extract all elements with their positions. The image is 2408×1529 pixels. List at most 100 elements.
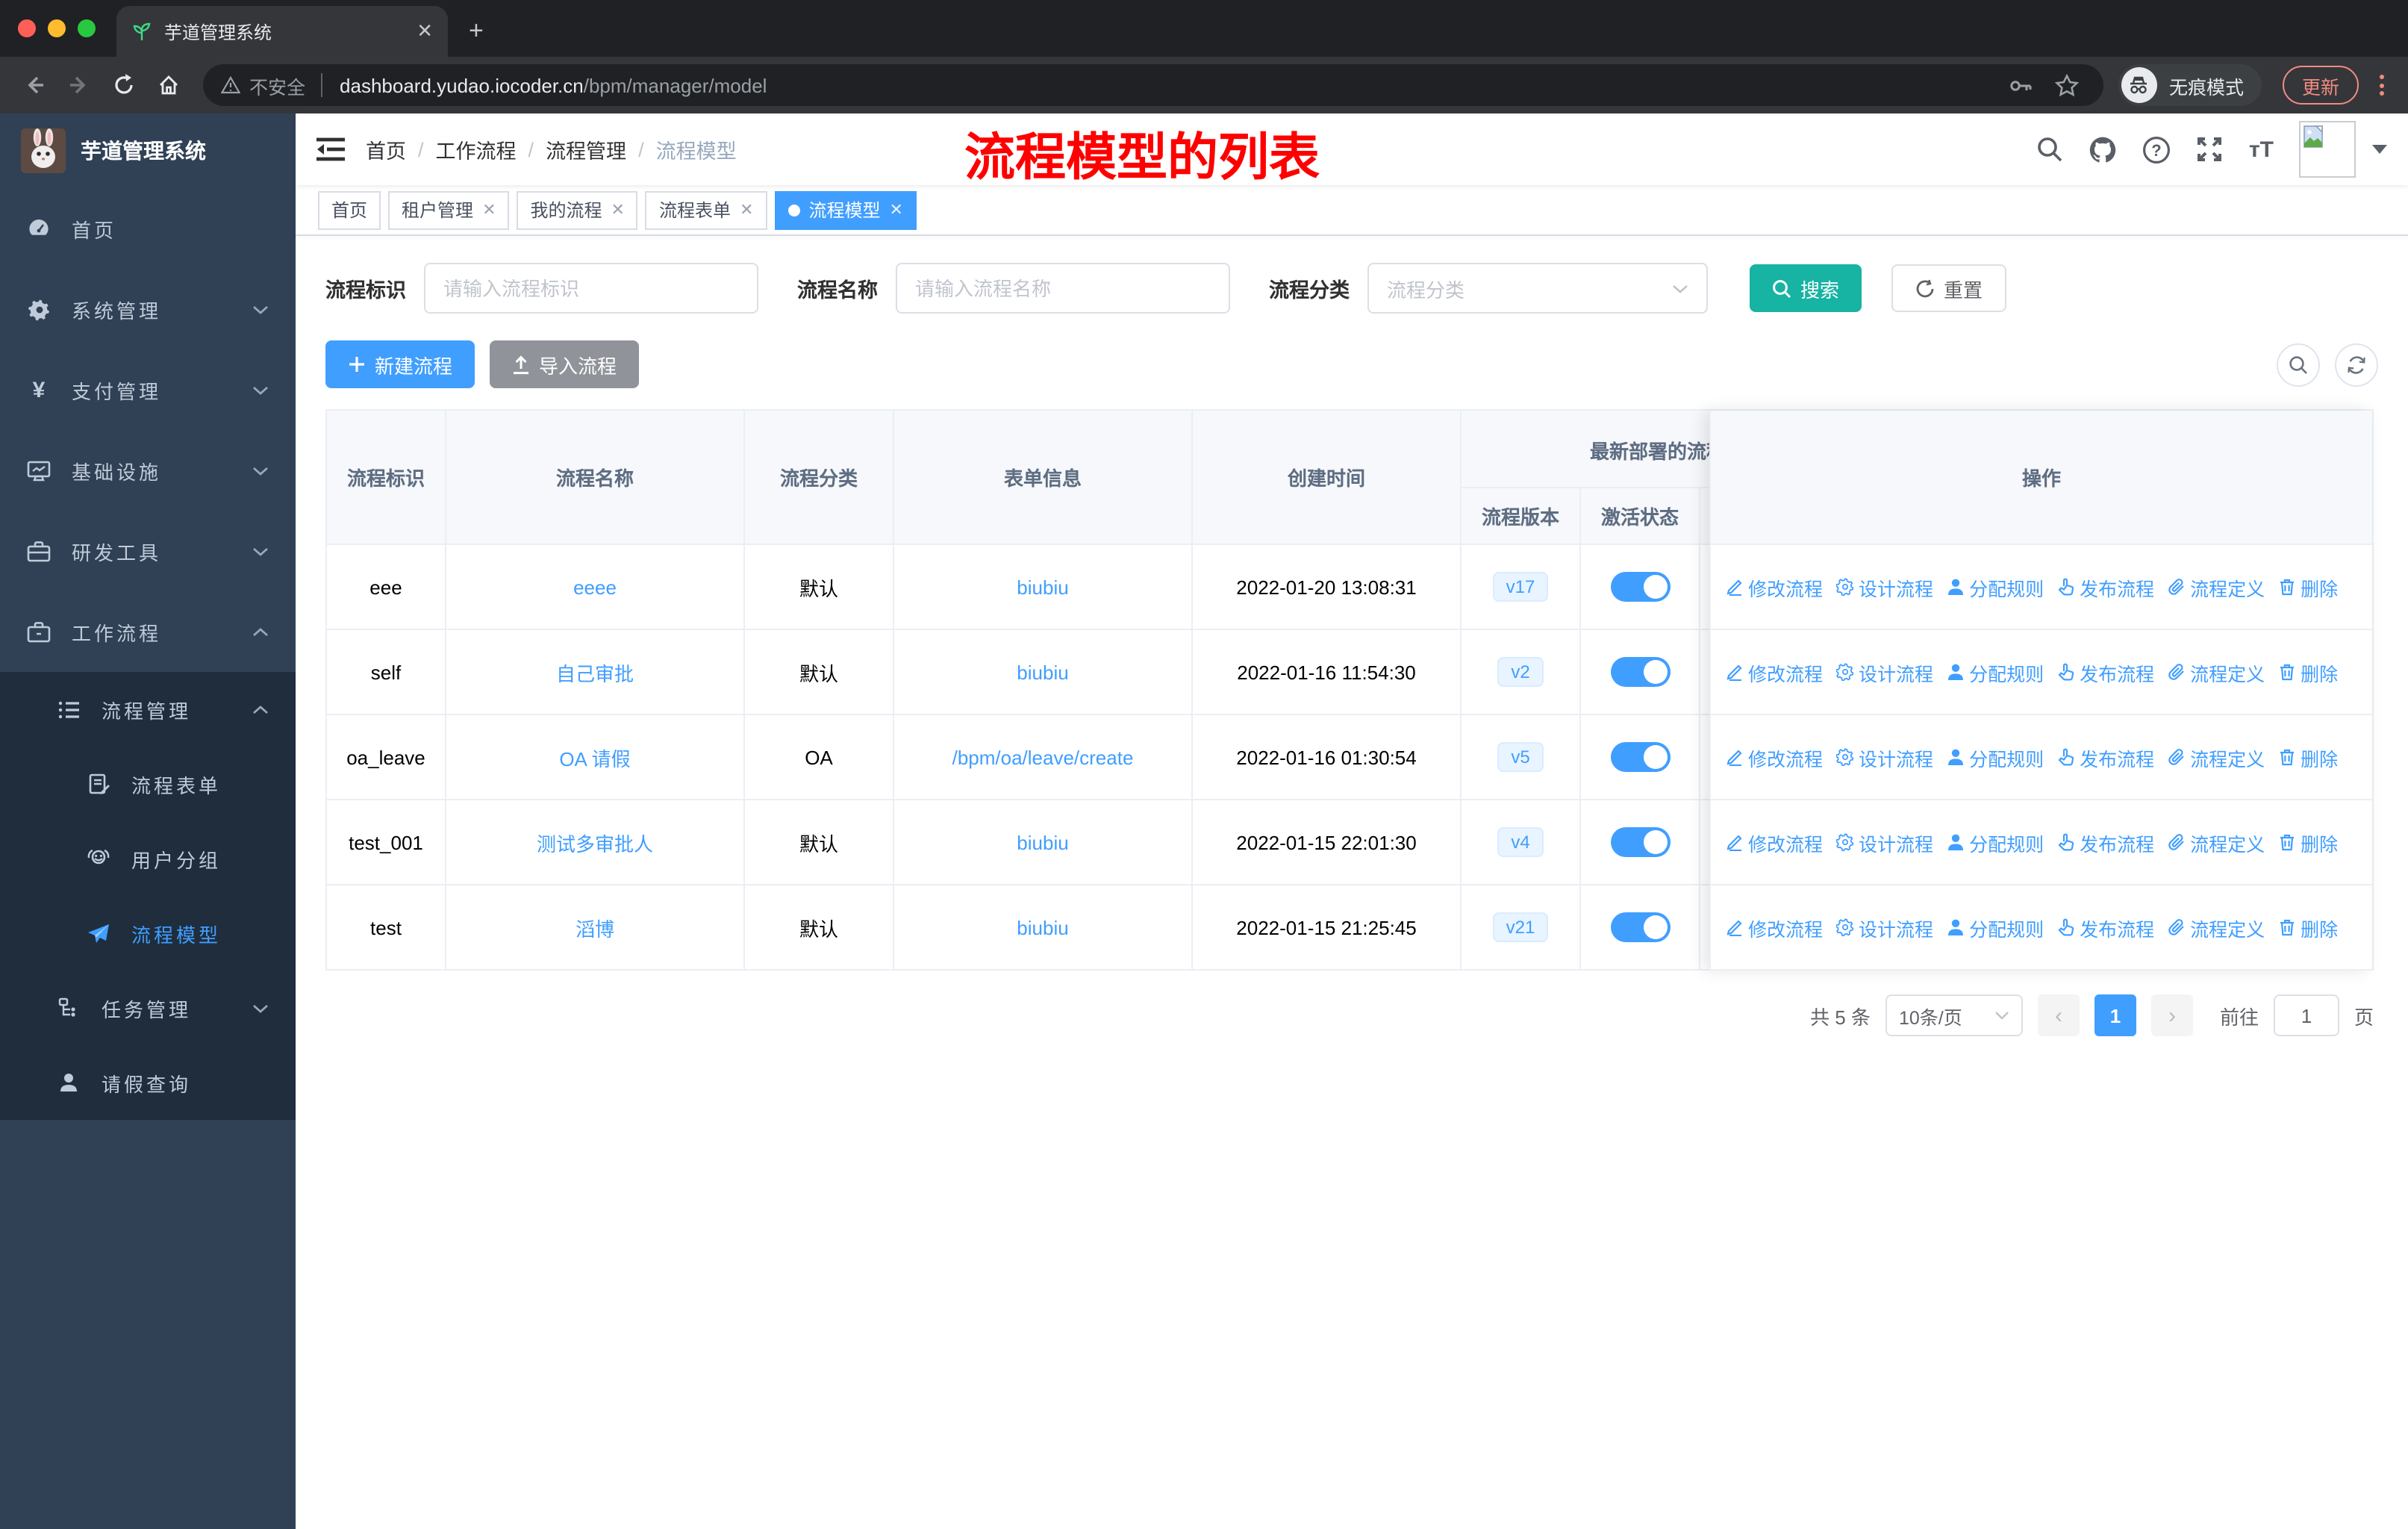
sidebar-item-workflow[interactable]: 工作流程: [0, 591, 296, 672]
form-info-link[interactable]: /bpm/oa/leave/create: [952, 746, 1134, 768]
assign-rule-link[interactable]: 分配规则: [1947, 913, 2044, 941]
reload-button[interactable]: [105, 66, 143, 105]
avatar[interactable]: [2299, 121, 2356, 178]
activation-toggle[interactable]: [1610, 742, 1670, 772]
design-process-link[interactable]: 设计流程: [1836, 658, 1933, 686]
assign-rule-link[interactable]: 分配规则: [1947, 743, 2044, 771]
delete-link[interactable]: 删除: [2278, 743, 2338, 771]
tag-my-process[interactable]: 我的流程 ✕: [517, 190, 638, 229]
sidebar-item-system[interactable]: 系统管理: [0, 269, 296, 349]
activation-toggle[interactable]: [1610, 912, 1670, 942]
create-process-button[interactable]: 新建流程: [325, 340, 475, 388]
toggle-search-button[interactable]: [2277, 343, 2320, 386]
address-bar[interactable]: 不安全 dashboard.yudao.iocoder.cn/bpm/manag…: [203, 64, 2103, 106]
tag-tenant[interactable]: 租户管理 ✕: [388, 190, 510, 229]
sidebar-toggle-icon[interactable]: [316, 137, 345, 161]
tab-close-icon[interactable]: ✕: [417, 19, 433, 43]
search-button[interactable]: 搜索: [1750, 264, 1862, 312]
delete-link[interactable]: 删除: [2278, 913, 2338, 941]
tag-close-icon[interactable]: ✕: [740, 200, 753, 219]
github-icon[interactable]: [2089, 135, 2118, 164]
new-tab-button[interactable]: +: [469, 16, 484, 46]
fullscreen-icon[interactable]: [2197, 136, 2224, 163]
edit-process-link[interactable]: 修改流程: [1726, 913, 1823, 941]
browser-menu-icon[interactable]: [2380, 75, 2384, 96]
assign-rule-link[interactable]: 分配规则: [1947, 658, 2044, 686]
tag-process-model[interactable]: 流程模型 ✕: [774, 190, 917, 229]
tag-process-form[interactable]: 流程表单 ✕: [645, 190, 767, 229]
sidebar-item-user-group[interactable]: 用户分组: [0, 821, 296, 896]
version-badge[interactable]: v21: [1492, 912, 1549, 942]
sidebar-item-payment[interactable]: ¥ 支付管理: [0, 349, 296, 430]
page-size-select[interactable]: 10条/页: [1885, 994, 2023, 1036]
delete-link[interactable]: 删除: [2278, 658, 2338, 686]
process-name-input[interactable]: [896, 263, 1230, 314]
process-name-link[interactable]: OA 请假: [559, 743, 630, 771]
edit-process-link[interactable]: 修改流程: [1726, 743, 1823, 771]
goto-page-input[interactable]: [2273, 994, 2339, 1036]
font-size-icon[interactable]: ᴛT: [2249, 137, 2274, 162]
form-info-link[interactable]: biubiu: [1017, 916, 1068, 938]
window-controls[interactable]: [0, 0, 116, 57]
password-key-icon[interactable]: [2008, 72, 2033, 98]
breadcrumb-process-management[interactable]: 流程管理: [546, 134, 626, 164]
current-page[interactable]: 1: [2094, 994, 2136, 1036]
activation-toggle[interactable]: [1610, 827, 1670, 857]
assign-rule-link[interactable]: 分配规则: [1947, 828, 2044, 856]
import-process-button[interactable]: 导入流程: [490, 340, 640, 388]
next-page-button[interactable]: ›: [2150, 994, 2193, 1036]
deploy-process-link[interactable]: 发布流程: [2057, 573, 2154, 601]
process-definition-link[interactable]: 流程定义: [2168, 743, 2265, 771]
edit-process-link[interactable]: 修改流程: [1726, 573, 1823, 601]
process-name-link[interactable]: 测试多审批人: [537, 828, 653, 856]
header-search-icon[interactable]: [2037, 136, 2064, 163]
back-button[interactable]: [15, 66, 54, 105]
sidebar-item-dev-tools[interactable]: 研发工具: [0, 511, 296, 591]
tag-close-icon[interactable]: ✕: [889, 200, 902, 219]
design-process-link[interactable]: 设计流程: [1836, 573, 1933, 601]
close-window-button[interactable]: [18, 19, 36, 37]
breadcrumb-workflow[interactable]: 工作流程: [436, 134, 517, 164]
sidebar-item-process-form[interactable]: 流程表单: [0, 747, 296, 821]
process-definition-link[interactable]: 流程定义: [2168, 913, 2265, 941]
tag-close-icon[interactable]: ✕: [482, 200, 496, 219]
process-definition-link[interactable]: 流程定义: [2168, 658, 2265, 686]
process-key-input[interactable]: [424, 263, 758, 314]
version-badge[interactable]: v5: [1497, 742, 1544, 772]
deploy-process-link[interactable]: 发布流程: [2057, 743, 2154, 771]
deploy-process-link[interactable]: 发布流程: [2057, 913, 2154, 941]
process-name-link[interactable]: eeee: [573, 576, 617, 598]
minimize-window-button[interactable]: [48, 19, 66, 37]
home-button[interactable]: [149, 66, 188, 105]
version-badge[interactable]: v17: [1492, 572, 1549, 602]
tag-close-icon[interactable]: ✕: [611, 200, 625, 219]
design-process-link[interactable]: 设计流程: [1836, 913, 1933, 941]
update-button[interactable]: 更新: [2282, 66, 2359, 105]
sidebar-item-task-management[interactable]: 任务管理: [0, 971, 296, 1045]
activation-toggle[interactable]: [1610, 657, 1670, 687]
activation-toggle[interactable]: [1610, 572, 1670, 602]
delete-link[interactable]: 删除: [2278, 573, 2338, 601]
edit-process-link[interactable]: 修改流程: [1726, 658, 1823, 686]
sidebar-item-leave-query[interactable]: 请假查询: [0, 1045, 296, 1120]
sidebar-item-home[interactable]: 首页: [0, 188, 296, 269]
sidebar-item-process-model[interactable]: 流程模型: [0, 896, 296, 971]
url-text[interactable]: dashboard.yudao.iocoder.cn/bpm/manager/m…: [340, 74, 1996, 96]
bookmark-star-icon[interactable]: [2054, 72, 2080, 98]
version-badge[interactable]: v2: [1497, 657, 1544, 687]
sidebar-item-process-management[interactable]: 流程管理: [0, 672, 296, 747]
design-process-link[interactable]: 设计流程: [1836, 743, 1933, 771]
edit-process-link[interactable]: 修改流程: [1726, 828, 1823, 856]
form-info-link[interactable]: biubiu: [1017, 661, 1068, 683]
process-category-select[interactable]: 流程分类: [1367, 263, 1708, 314]
design-process-link[interactable]: 设计流程: [1836, 828, 1933, 856]
assign-rule-link[interactable]: 分配规则: [1947, 573, 2044, 601]
process-name-link[interactable]: 滔博: [576, 913, 614, 941]
security-indicator[interactable]: 不安全: [221, 71, 328, 99]
process-name-link[interactable]: 自己审批: [556, 658, 634, 686]
help-icon[interactable]: ?: [2143, 135, 2171, 164]
refresh-table-button[interactable]: [2335, 343, 2378, 386]
avatar-caret-icon[interactable]: [2372, 145, 2387, 154]
maximize-window-button[interactable]: [78, 19, 96, 37]
delete-link[interactable]: 删除: [2278, 828, 2338, 856]
